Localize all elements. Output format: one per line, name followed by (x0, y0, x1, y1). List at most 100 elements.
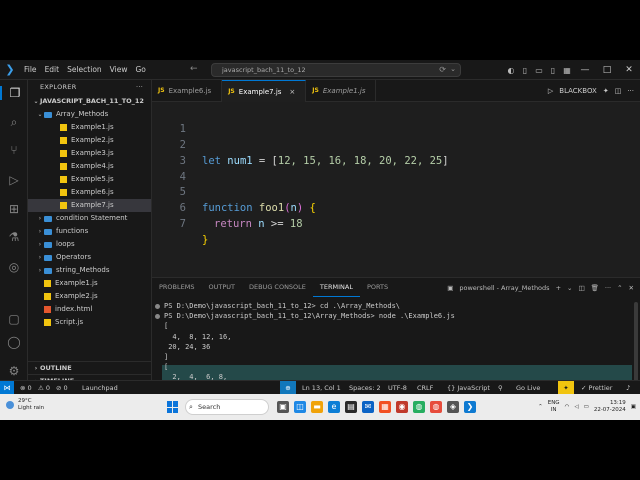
remote-icon[interactable]: ◎ (0, 260, 28, 274)
tab-debug-console[interactable]: DEBUG CONSOLE (242, 278, 313, 297)
menu-view[interactable]: View (106, 65, 132, 74)
menu-selection[interactable]: Selection (63, 65, 106, 74)
vscode-taskbar-icon[interactable]: ❯ (464, 401, 476, 413)
battery-icon[interactable]: ▭ (584, 404, 589, 410)
minimize-button[interactable]: — (574, 65, 596, 75)
command-decoration-icon[interactable] (155, 303, 160, 309)
source-control-icon[interactable]: ⑂ (0, 143, 28, 157)
toggle-secondary-sidebar-icon[interactable]: ▯ (546, 66, 560, 75)
app-icon[interactable]: ◉ (396, 401, 408, 413)
split-terminal-icon[interactable]: ◫ (578, 284, 584, 292)
explorer-icon[interactable]: ❐ (0, 86, 28, 100)
command-decoration-icon[interactable] (155, 313, 160, 319)
zoom-icon[interactable]: ⊕ (280, 381, 296, 395)
toggle-sidebar-icon[interactable]: ▯ (518, 66, 532, 75)
close-tab-icon[interactable]: × (289, 81, 295, 103)
tab-problems[interactable]: PROBLEMS (152, 278, 201, 297)
account-icon[interactable]: ◯ (0, 335, 28, 349)
widgets-icon[interactable]: ◫ (294, 401, 306, 413)
ports-count[interactable]: ⊘ 0 (56, 381, 68, 395)
store-icon[interactable]: ▤ (345, 401, 357, 413)
chevron-down-icon[interactable]: ⌄ (567, 284, 572, 292)
file-item[interactable]: Example1.js (28, 277, 151, 290)
notification-center-icon[interactable]: ▣ (631, 404, 636, 410)
outline-section[interactable]: › OUTLINE (28, 361, 152, 374)
file-item[interactable]: Example5.js (28, 173, 151, 186)
blackbox-icon[interactable]: ▢ (0, 312, 28, 326)
clock[interactable]: 13:19 22-07-2024 (594, 400, 626, 414)
remote-indicator-icon[interactable]: ⋈ (0, 381, 14, 395)
search-icon[interactable]: ⌕ (0, 115, 28, 130)
line-endings[interactable]: CRLF (417, 381, 433, 395)
copilot-icon[interactable]: ◐ (504, 66, 518, 75)
file-item[interactable]: Example1.js (28, 121, 151, 134)
office-icon[interactable]: ▦ (379, 401, 391, 413)
command-center[interactable]: javascript_bach_11_to_12 ⟳ ⌄ (211, 63, 461, 77)
file-item[interactable]: Example4.js (28, 160, 151, 173)
folder-item[interactable]: › string_Methods (28, 264, 151, 277)
errors-count[interactable]: ⊗ 0 (20, 381, 32, 395)
maximize-panel-icon[interactable]: ⌃ (617, 284, 622, 292)
edge-icon[interactable]: e (328, 401, 340, 413)
chrome-alt-icon[interactable]: ◍ (430, 401, 442, 413)
folder-item[interactable]: › condition Statement (28, 212, 151, 225)
file-item[interactable]: Example7.js (28, 199, 151, 212)
workspace-root[interactable]: ⌄JAVASCRIPT_BACH_11_TO_12 (28, 95, 151, 108)
language-indicator[interactable]: ENG IN (548, 400, 560, 414)
run-debug-icon[interactable]: ▷ (0, 173, 28, 187)
tab-output[interactable]: OUTPUT (201, 278, 242, 297)
file-item[interactable]: Example6.js (28, 186, 151, 199)
settings-gear-icon[interactable]: ⚙ (0, 364, 28, 378)
terminal-scrollbar[interactable] (634, 302, 638, 392)
close-button[interactable]: ✕ (618, 65, 640, 75)
customize-layout-icon[interactable]: ▦ (560, 66, 574, 75)
add-terminal-icon[interactable]: + (556, 284, 561, 292)
cursor-position[interactable]: Ln 13, Col 1 (302, 381, 341, 395)
terminal-shell-label[interactable]: powershell - Array_Methods (459, 284, 549, 292)
warnings-count[interactable]: ⚠ 0 (38, 381, 50, 395)
tab-terminal[interactable]: TERMINAL (312, 278, 360, 297)
tab-example6[interactable]: JS Example6.js (152, 80, 223, 102)
ports-icon[interactable]: ⚲ (498, 381, 503, 395)
file-item[interactable]: index.html (28, 303, 151, 316)
tab-example7[interactable]: JS Example7.js × (222, 80, 307, 103)
more-actions-icon[interactable]: ··· (136, 80, 143, 95)
tab-example1[interactable]: JS Example1.js (306, 80, 377, 102)
folder-item[interactable]: › functions (28, 225, 151, 238)
extensions-icon[interactable]: ⊞ (0, 202, 28, 216)
split-editor-icon[interactable]: ◫ (615, 87, 622, 95)
file-explorer-icon[interactable]: ▬ (311, 401, 323, 413)
volume-icon[interactable]: ◁ (574, 404, 578, 410)
trash-icon[interactable]: 🗑 (591, 284, 599, 292)
close-panel-icon[interactable]: ✕ (629, 284, 634, 292)
chevron-down-icon[interactable]: ⌄ (450, 65, 456, 73)
more-actions-icon[interactable]: ··· (605, 284, 611, 292)
tray-chevron-up-icon[interactable]: ⌃ (538, 404, 543, 410)
notifications-bell-icon[interactable]: ♪ (626, 381, 630, 395)
wifi-icon[interactable]: ◠ (565, 404, 570, 410)
maximize-button[interactable]: □ (596, 65, 618, 75)
file-item[interactable]: Example3.js (28, 147, 151, 160)
code-editor[interactable]: 1 2 let num1 = [12, 15, 16, 18, 20, 22, … (152, 102, 640, 277)
start-menu-windows-icon[interactable] (167, 401, 179, 413)
encoding[interactable]: UTF-8 (388, 381, 407, 395)
blackbox-button[interactable]: BLACKBOX (559, 87, 597, 95)
mail-icon[interactable]: ✉ (362, 401, 374, 413)
menu-edit[interactable]: Edit (41, 65, 64, 74)
pinned-app-icon[interactable]: ◈ (447, 401, 459, 413)
indentation[interactable]: Spaces: 2 (349, 381, 381, 395)
folder-item[interactable]: ⌄ Array_Methods (28, 108, 151, 121)
folder-item[interactable]: › Operators (28, 251, 151, 264)
file-item[interactable]: Example2.js (28, 134, 151, 147)
menu-go[interactable]: Go (131, 65, 149, 74)
file-item[interactable]: Script.js (28, 316, 151, 329)
file-item[interactable]: Example2.js (28, 290, 151, 303)
chrome-icon[interactable]: ◍ (413, 401, 425, 413)
folder-item[interactable]: › loops (28, 238, 151, 251)
task-view-icon[interactable]: ▣ (277, 401, 289, 413)
go-live-button[interactable]: Go Live (516, 381, 540, 395)
tab-ports[interactable]: PORTS (360, 278, 395, 297)
language-mode[interactable]: {} JavaScript (447, 381, 490, 395)
toggle-panel-icon[interactable]: ▭ (532, 66, 546, 75)
menu-file[interactable]: File (20, 65, 41, 74)
